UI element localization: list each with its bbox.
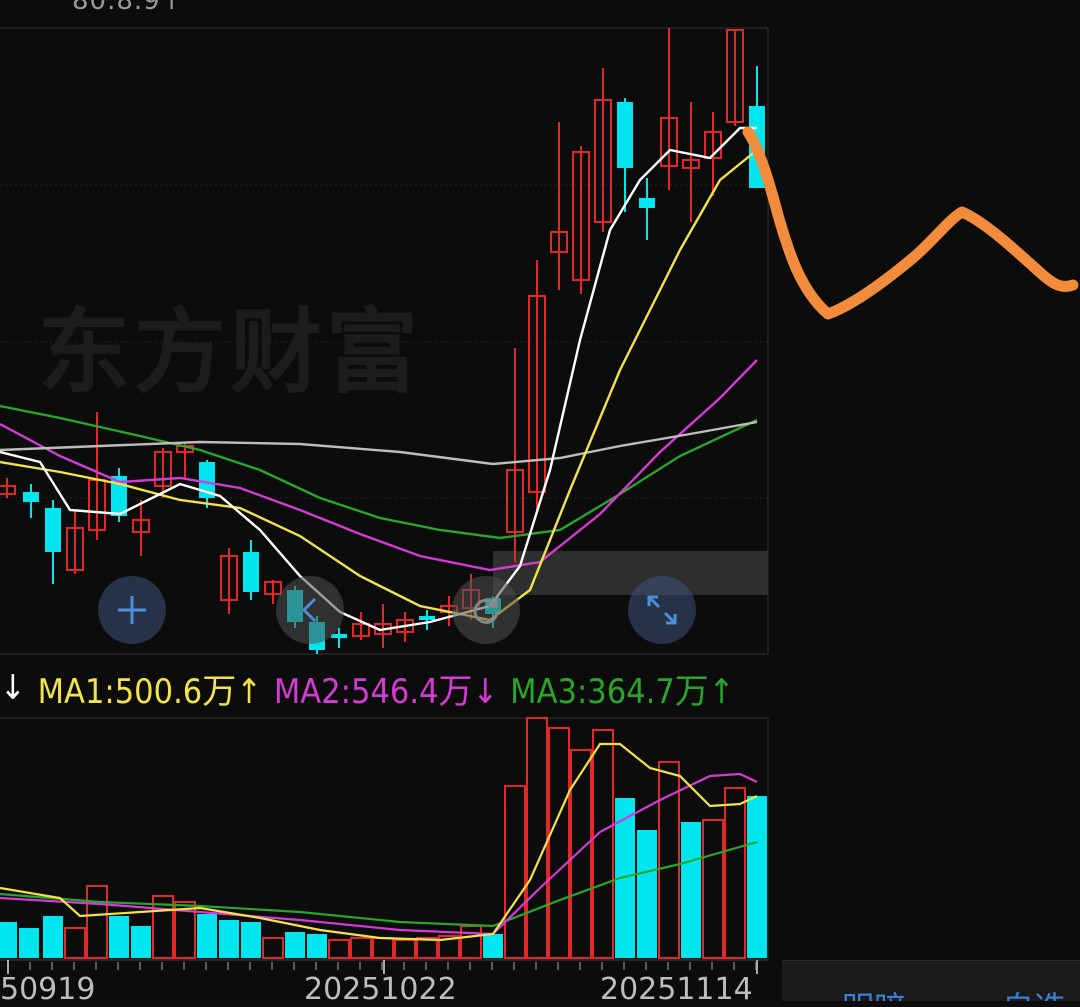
stock-chart[interactable] bbox=[0, 0, 1080, 1000]
volume-bar bbox=[131, 926, 151, 958]
refresh-icon bbox=[473, 598, 499, 624]
volume-bar bbox=[637, 830, 657, 958]
volume-bar bbox=[0, 922, 17, 958]
volume-bar bbox=[19, 928, 39, 958]
candle-body bbox=[617, 102, 633, 168]
legend-ma3: MA3:364.7万↑ bbox=[510, 671, 735, 712]
volume-bar bbox=[747, 796, 767, 958]
volume-bar bbox=[86, 885, 108, 959]
volume-bar bbox=[350, 937, 372, 959]
price-readout: 80.8.9↑ bbox=[72, 0, 184, 16]
plus-icon bbox=[118, 596, 146, 624]
volume-bar bbox=[548, 727, 570, 959]
volume-bar bbox=[328, 939, 350, 959]
date-label: 20251114 bbox=[600, 972, 753, 1007]
volume-bar bbox=[262, 937, 284, 959]
volume-bar bbox=[109, 916, 129, 958]
candle-body bbox=[23, 492, 39, 502]
volume-bar bbox=[219, 920, 239, 958]
reset-button[interactable] bbox=[452, 576, 520, 644]
volume-bar bbox=[197, 914, 217, 958]
ma-line-green bbox=[0, 404, 758, 540]
bottom-toolbar: 明暗 自选 bbox=[782, 960, 1080, 1001]
volume-bar bbox=[592, 729, 614, 959]
volume-bar bbox=[64, 927, 86, 959]
volume-bar bbox=[702, 819, 724, 959]
candle-body bbox=[45, 508, 61, 552]
candle-body bbox=[243, 552, 259, 592]
volume-bar bbox=[724, 787, 746, 959]
legend-ma2: MA2:546.4万↓ bbox=[273, 671, 499, 712]
scroll-left-button[interactable] bbox=[276, 576, 344, 644]
legend-ma1: MA1:500.6万↑ bbox=[37, 671, 262, 712]
date-label: 20251022 bbox=[304, 972, 457, 1007]
volume-bar bbox=[394, 939, 416, 959]
candle-body bbox=[419, 616, 435, 620]
selection-band bbox=[493, 551, 768, 595]
volume-bar bbox=[483, 934, 503, 958]
expand-button[interactable] bbox=[628, 576, 696, 644]
volume-bar bbox=[504, 785, 526, 959]
hand-drawn-annotation bbox=[742, 126, 1079, 320]
volume-bar bbox=[43, 916, 63, 958]
ma-line-grey bbox=[0, 420, 758, 466]
zoom-in-button[interactable] bbox=[98, 576, 166, 644]
volume-bar bbox=[681, 822, 701, 958]
volume-bar bbox=[460, 925, 482, 959]
legend-prefix: ↓ bbox=[0, 668, 26, 708]
volume-bar bbox=[570, 749, 592, 959]
toolbar-item-left[interactable]: 明暗 bbox=[842, 983, 906, 1001]
toolbar-item-right[interactable]: 自选 bbox=[1002, 983, 1066, 1001]
chevron-left-icon bbox=[301, 597, 317, 623]
volume-bar bbox=[241, 922, 261, 958]
volume-bar bbox=[416, 937, 438, 959]
volume-bar bbox=[307, 934, 327, 958]
volume-bar bbox=[526, 717, 548, 959]
expand-icon bbox=[647, 595, 677, 625]
volume-bar bbox=[285, 932, 305, 958]
watermark: 东方财富 bbox=[38, 299, 423, 406]
volume-legend: ↓ MA1:500.6万↑ MA2:546.4万↓ MA3:364.7万↑ bbox=[0, 662, 770, 714]
volume-bar bbox=[372, 937, 394, 959]
volume-bars bbox=[0, 717, 767, 959]
candle-body bbox=[639, 198, 655, 208]
date-label: 50919 bbox=[0, 972, 96, 1007]
